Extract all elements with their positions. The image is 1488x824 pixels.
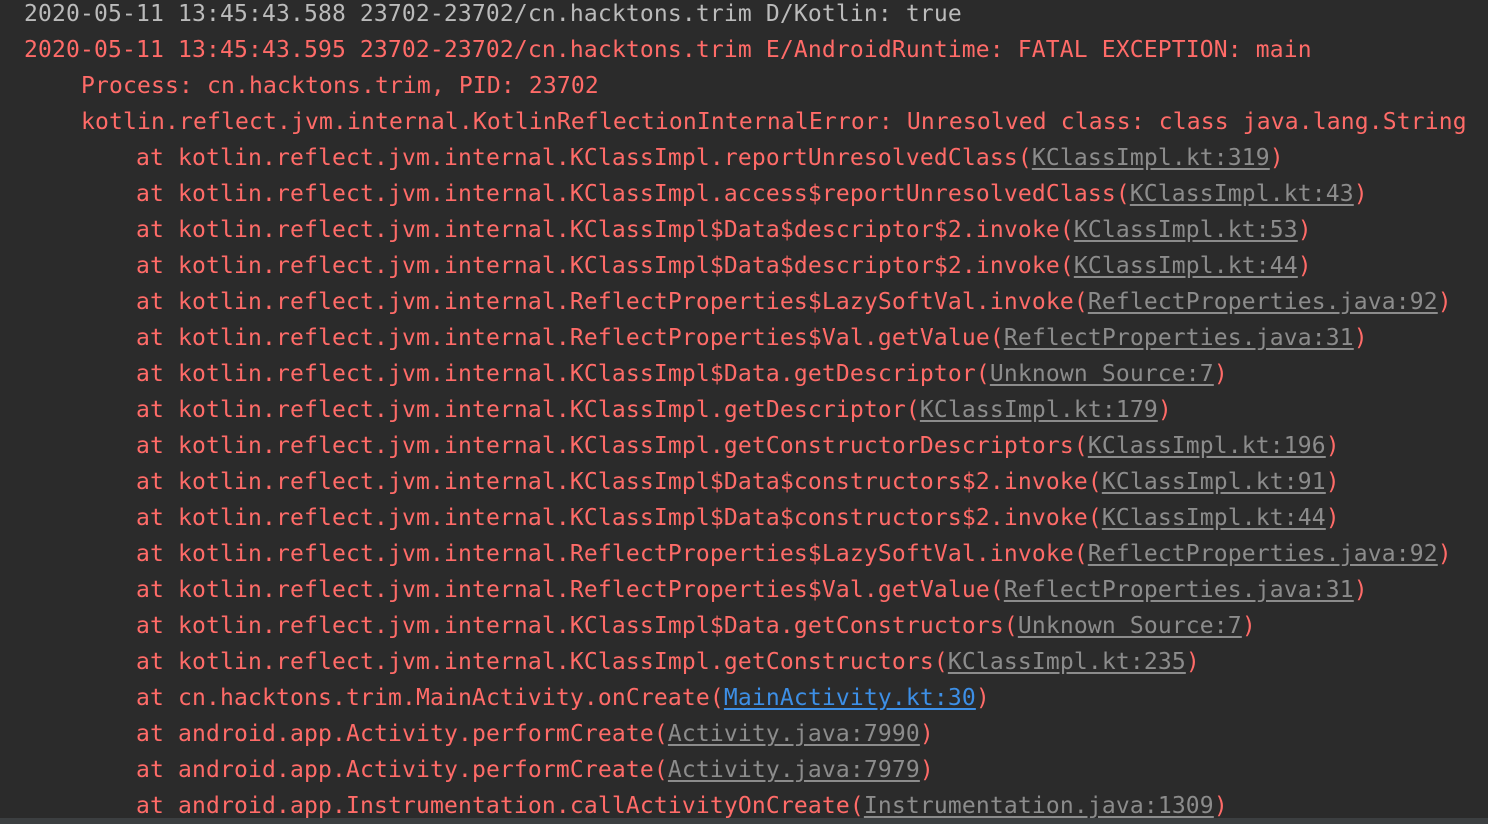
stack-frame: at kotlin.reflect.jvm.internal.ReflectPr…: [136, 289, 1452, 315]
source-link[interactable]: ReflectProperties.java:92: [1088, 541, 1438, 567]
stack-frame-method: kotlin.reflect.jvm.internal.KClassImpl.r…: [178, 145, 1018, 171]
source-link[interactable]: Instrumentation.java:1309: [864, 793, 1214, 819]
source-link[interactable]: Activity.java:7979: [668, 757, 920, 783]
source-link[interactable]: ReflectProperties.java:31: [1004, 325, 1354, 351]
stack-frame: at kotlin.reflect.jvm.internal.KClassImp…: [136, 217, 1312, 243]
stack-frame-method: kotlin.reflect.jvm.internal.KClassImpl$D…: [178, 361, 976, 387]
stack-frame-method: kotlin.reflect.jvm.internal.KClassImpl$D…: [178, 217, 1060, 243]
stack-frame-method: kotlin.reflect.jvm.internal.KClassImpl$D…: [178, 253, 1060, 279]
source-link[interactable]: ReflectProperties.java:92: [1088, 289, 1438, 315]
stack-frame-method: kotlin.reflect.jvm.internal.KClassImpl$D…: [178, 613, 1004, 639]
source-link[interactable]: Activity.java:7990: [668, 721, 920, 747]
horizontal-scrollbar[interactable]: [0, 818, 1488, 824]
source-link[interactable]: KClassImpl.kt:235: [948, 649, 1186, 675]
scrollbar-thumb[interactable]: [0, 818, 1488, 824]
source-link[interactable]: KClassImpl.kt:53: [1074, 217, 1298, 243]
stack-frame-method: kotlin.reflect.jvm.internal.ReflectPrope…: [178, 325, 990, 351]
stack-frame-method: kotlin.reflect.jvm.internal.ReflectPrope…: [178, 577, 990, 603]
stack-frame: at kotlin.reflect.jvm.internal.KClassImp…: [136, 649, 1200, 675]
stack-frame-method: kotlin.reflect.jvm.internal.ReflectPrope…: [178, 289, 1074, 315]
stack-frame: at kotlin.reflect.jvm.internal.KClassImp…: [136, 145, 1284, 171]
source-link[interactable]: ReflectProperties.java:31: [1004, 577, 1354, 603]
stack-frame-method: kotlin.reflect.jvm.internal.KClassImpl.g…: [178, 433, 1074, 459]
stack-frame-method: kotlin.reflect.jvm.internal.KClassImpl.g…: [178, 397, 906, 423]
stack-frame: at android.app.Activity.performCreate(Ac…: [136, 721, 934, 747]
stack-frame: at kotlin.reflect.jvm.internal.KClassImp…: [136, 613, 1256, 639]
stack-frame-method: kotlin.reflect.jvm.internal.KClassImpl.a…: [178, 181, 1116, 207]
stack-frame: at kotlin.reflect.jvm.internal.KClassImp…: [136, 253, 1312, 279]
log-line: 2020-05-11 13:45:43.588 23702-23702/cn.h…: [24, 1, 962, 27]
log-line: Process: cn.hacktons.trim, PID: 23702: [81, 73, 599, 99]
source-link[interactable]: KClassImpl.kt:43: [1130, 181, 1354, 207]
stack-frame-method: kotlin.reflect.jvm.internal.ReflectPrope…: [178, 541, 1074, 567]
source-link[interactable]: KClassImpl.kt:196: [1088, 433, 1326, 459]
stack-frame: at kotlin.reflect.jvm.internal.ReflectPr…: [136, 577, 1368, 603]
source-link[interactable]: KClassImpl.kt:179: [920, 397, 1158, 423]
logcat-output[interactable]: 2020-05-11 13:45:43.588 23702-23702/cn.h…: [0, 0, 1488, 824]
stack-frame: at android.app.Activity.performCreate(Ac…: [136, 757, 934, 783]
stack-frame: at kotlin.reflect.jvm.internal.KClassImp…: [136, 361, 1228, 387]
log-line: 2020-05-11 13:45:43.595 23702-23702/cn.h…: [24, 37, 1312, 63]
stack-frame: at kotlin.reflect.jvm.internal.KClassImp…: [136, 397, 1172, 423]
source-link[interactable]: KClassImpl.kt:319: [1032, 145, 1270, 171]
stack-frame-method: kotlin.reflect.jvm.internal.KClassImpl.g…: [178, 649, 934, 675]
source-link[interactable]: KClassImpl.kt:91: [1102, 469, 1326, 495]
stack-frame-method: kotlin.reflect.jvm.internal.KClassImpl$D…: [178, 469, 1088, 495]
stack-frame: at kotlin.reflect.jvm.internal.ReflectPr…: [136, 325, 1368, 351]
stack-frame-method: cn.hacktons.trim.MainActivity.onCreate: [178, 685, 710, 711]
stack-frame: at kotlin.reflect.jvm.internal.KClassImp…: [136, 181, 1368, 207]
source-link[interactable]: KClassImpl.kt:44: [1102, 505, 1326, 531]
source-link[interactable]: KClassImpl.kt:44: [1074, 253, 1298, 279]
stack-frame: at kotlin.reflect.jvm.internal.KClassImp…: [136, 469, 1340, 495]
stack-frame-method: android.app.Activity.performCreate: [178, 721, 654, 747]
stack-frame: at kotlin.reflect.jvm.internal.KClassImp…: [136, 505, 1340, 531]
stack-frame: at kotlin.reflect.jvm.internal.ReflectPr…: [136, 541, 1452, 567]
stack-frame-method: android.app.Activity.performCreate: [178, 757, 654, 783]
stack-frame: at cn.hacktons.trim.MainActivity.onCreat…: [136, 685, 990, 711]
source-link[interactable]: Unknown Source:7: [1018, 613, 1242, 639]
app-source-link[interactable]: MainActivity.kt:30: [724, 685, 976, 711]
source-link[interactable]: Unknown Source:7: [990, 361, 1214, 387]
log-line: kotlin.reflect.jvm.internal.KotlinReflec…: [81, 109, 1467, 135]
stack-frame-method: android.app.Instrumentation.callActivity…: [178, 793, 850, 819]
stack-frame-method: kotlin.reflect.jvm.internal.KClassImpl$D…: [178, 505, 1088, 531]
stack-frame: at kotlin.reflect.jvm.internal.KClassImp…: [136, 433, 1340, 459]
